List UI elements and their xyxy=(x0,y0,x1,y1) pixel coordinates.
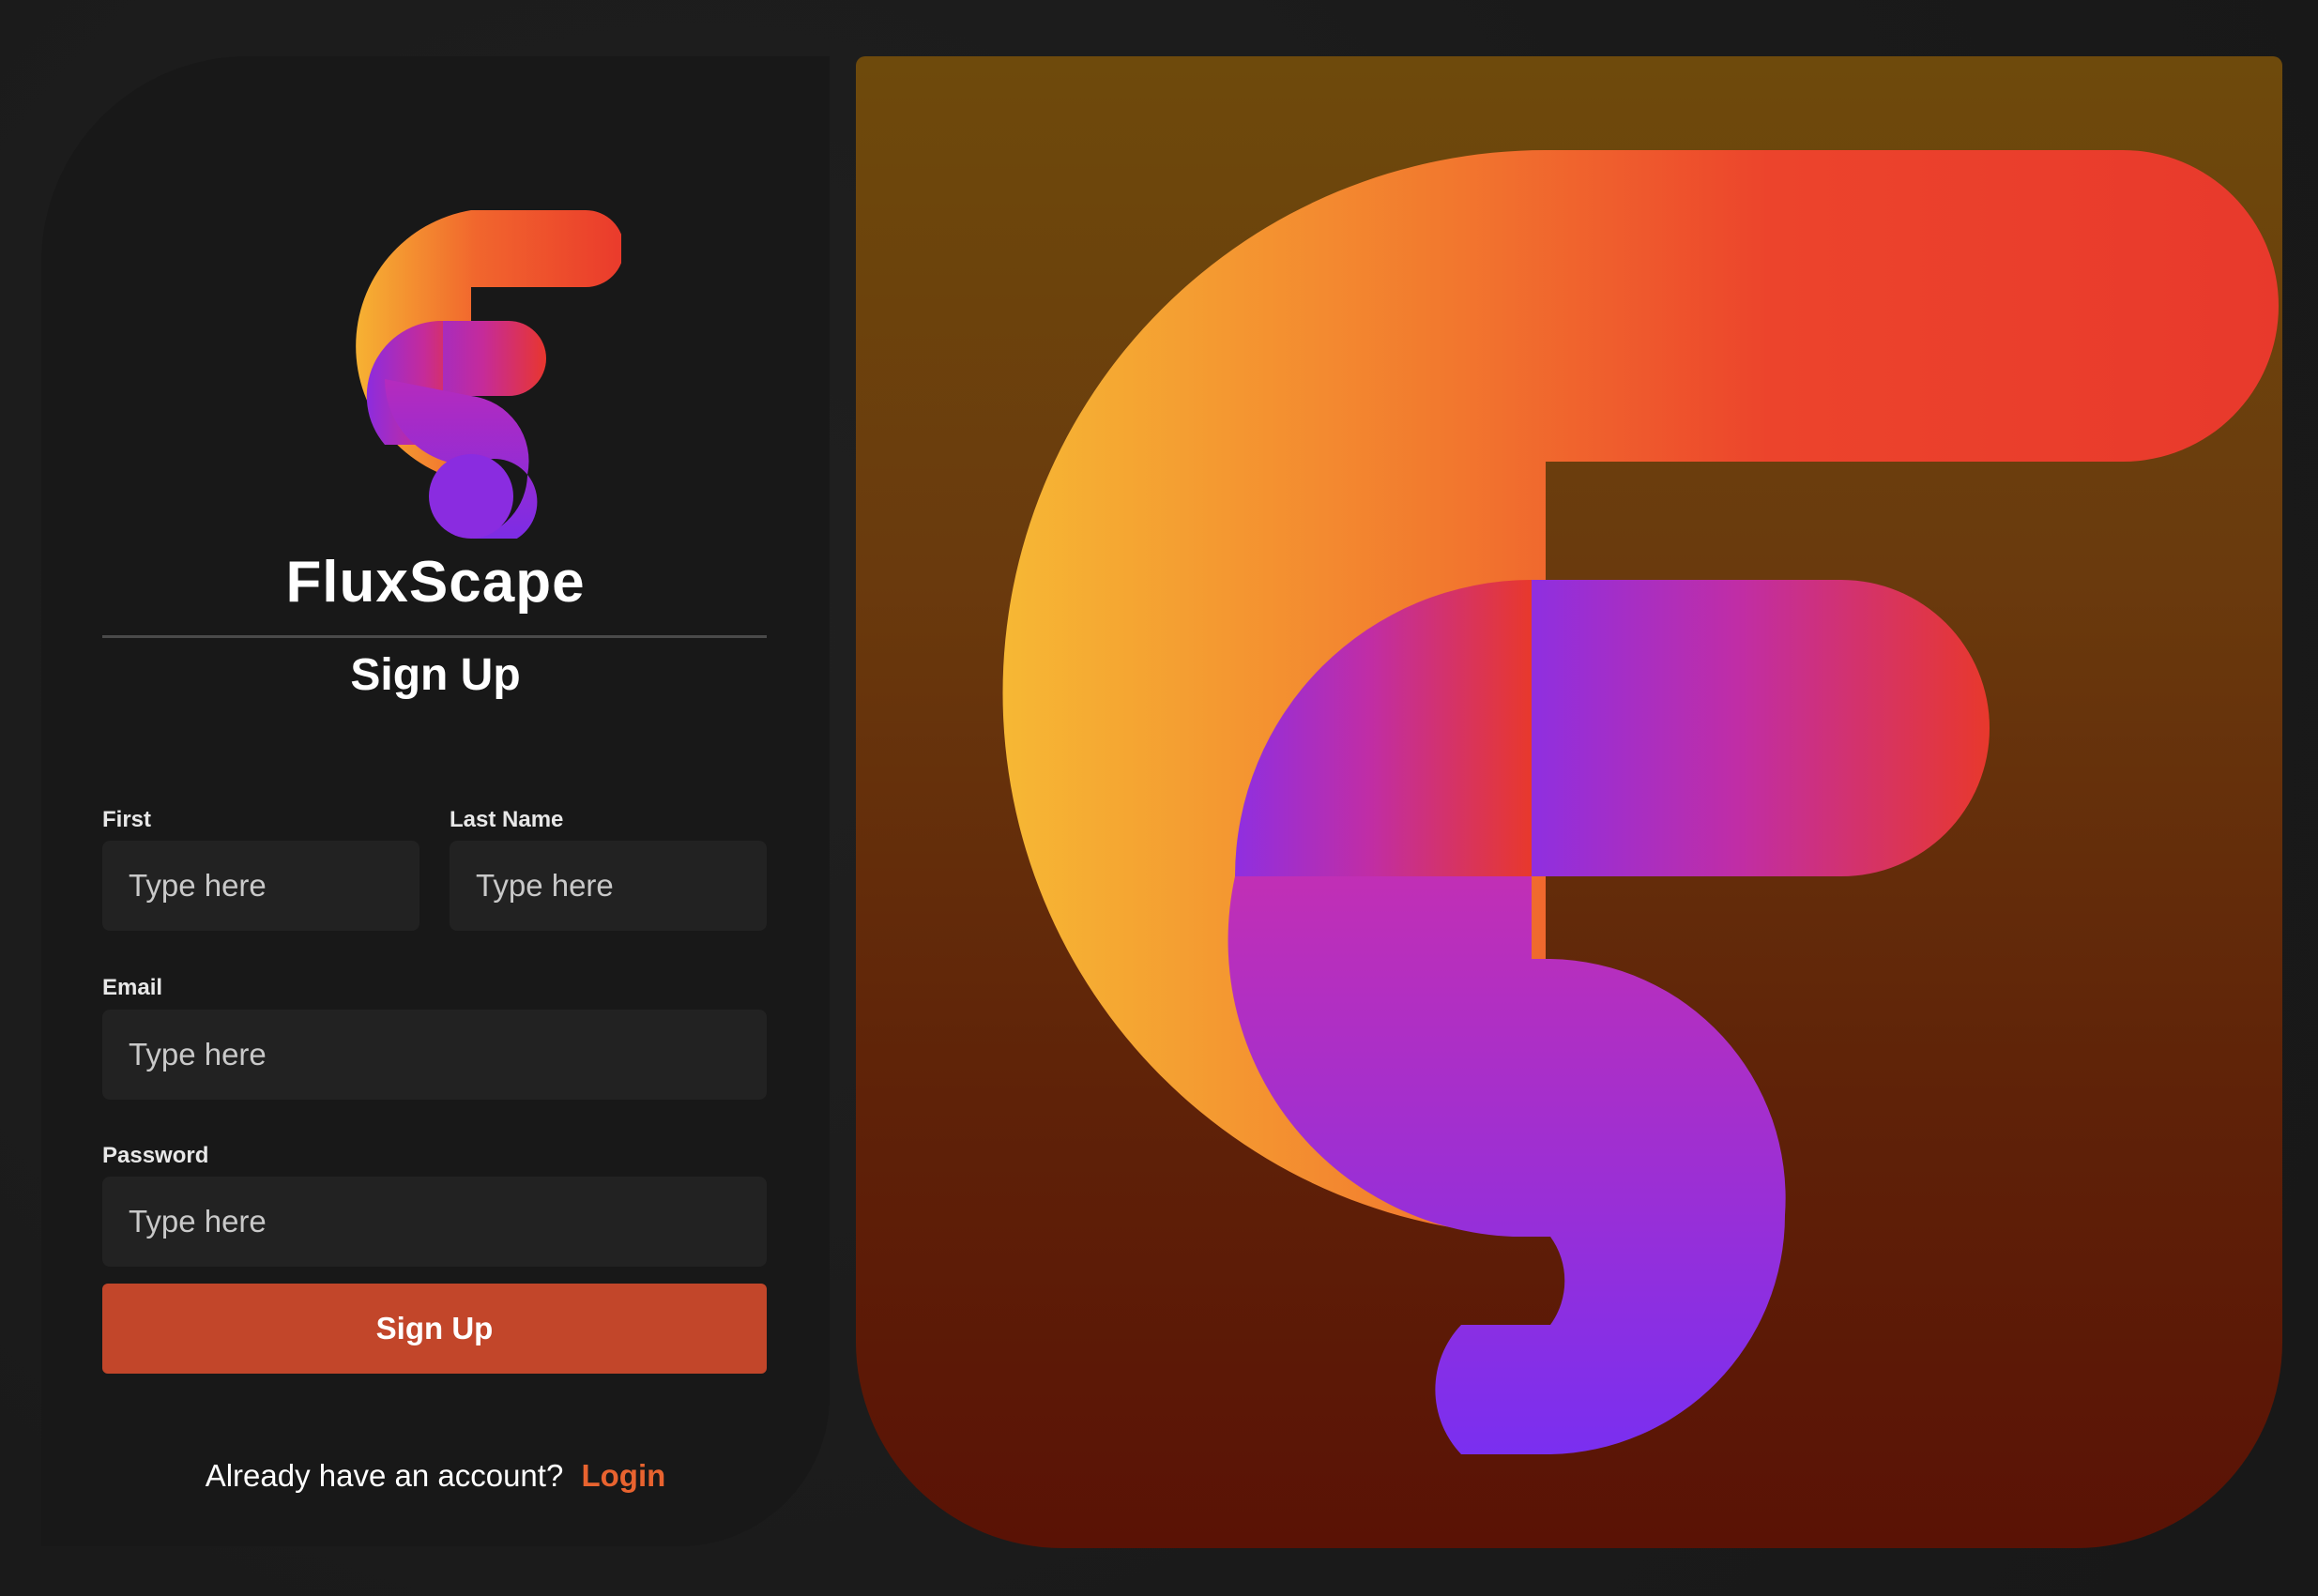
first-name-input[interactable] xyxy=(102,841,419,931)
email-label: Email xyxy=(102,975,163,1000)
login-prompt-text: Already have an account? xyxy=(205,1458,564,1493)
page-title: Sign Up xyxy=(350,650,521,700)
hero-panel xyxy=(856,56,2282,1548)
brand-name: FluxScape xyxy=(285,550,586,615)
password-label: Password xyxy=(102,1143,209,1168)
last-name-input[interactable] xyxy=(450,841,767,931)
login-link[interactable]: Login xyxy=(581,1458,665,1493)
email-input[interactable] xyxy=(102,1010,767,1100)
password-input[interactable] xyxy=(102,1177,767,1267)
sign-up-button[interactable]: Sign Up xyxy=(102,1284,767,1374)
login-prompt: Already have an account? Login xyxy=(41,1458,830,1494)
signup-page: FluxScape Sign Up First Last Name Email … xyxy=(0,0,2318,1596)
first-name-label: First xyxy=(102,807,152,832)
divider xyxy=(102,635,767,638)
signup-card: FluxScape Sign Up First Last Name Email … xyxy=(41,56,830,1546)
fluxscape-logo-icon xyxy=(356,210,621,539)
fluxscape-hero-logo-icon xyxy=(1002,150,2279,1454)
last-name-label: Last Name xyxy=(450,807,564,832)
